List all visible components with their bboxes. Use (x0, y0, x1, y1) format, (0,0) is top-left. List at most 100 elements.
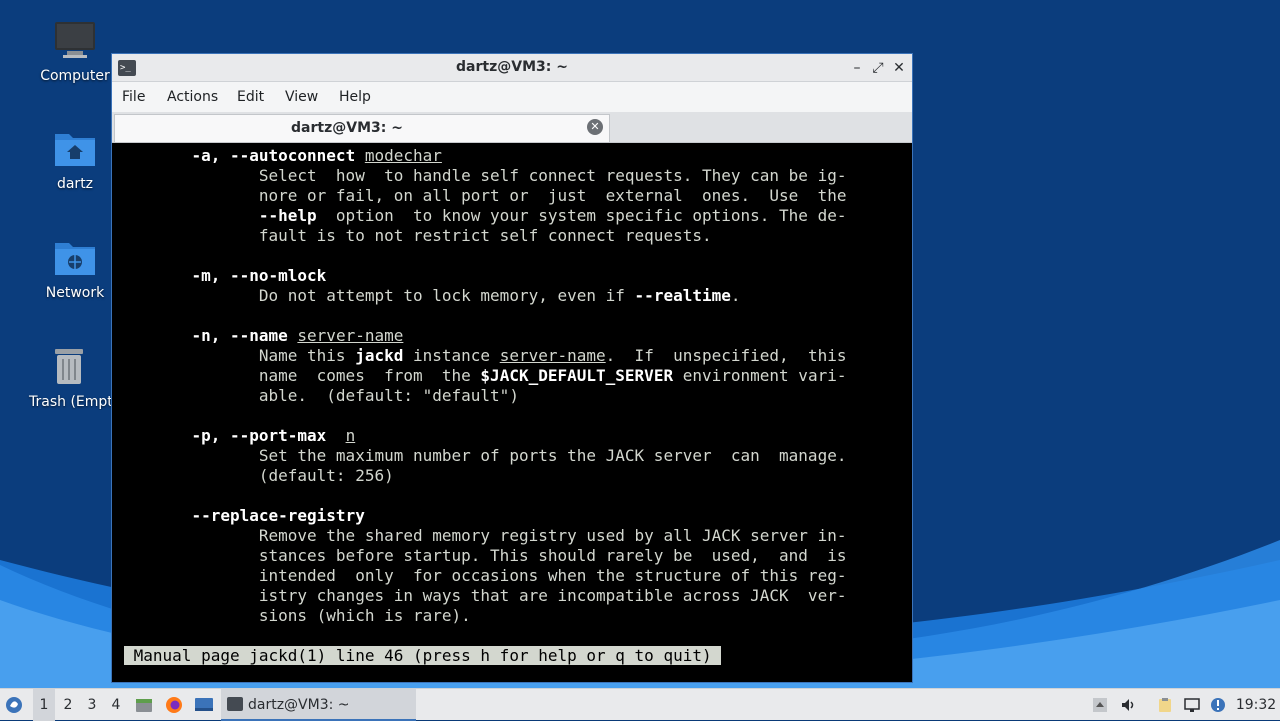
terminal-text: Do not attempt to lock memory, even if (124, 286, 635, 305)
minimize-button[interactable]: – (847, 58, 867, 78)
terminal-line: stances before startup. This should rare… (124, 546, 847, 566)
terminal-line: (default: 256) (124, 466, 394, 486)
workspace-3[interactable]: 3 (81, 689, 103, 721)
desktop-icon[interactable] (194, 696, 214, 714)
terminal-line: -m, --no-mlock (124, 266, 326, 286)
terminal-bold-text: --help (258, 206, 317, 225)
terminal-task-icon (227, 697, 243, 711)
terminal-bold-text: -m, --no-mlock (191, 266, 327, 285)
terminal-text: sions (which is rare). (124, 606, 471, 625)
computer-icon (55, 22, 95, 58)
terminal-text: fault is to not restrict self connect re… (124, 226, 712, 245)
terminal-bold-text: --realtime (634, 286, 731, 305)
terminal-line: --help option to know your system specif… (124, 206, 847, 226)
terminal-line: name comes from the $JACK_DEFAULT_SERVER… (124, 366, 847, 386)
tray-arrow-icon[interactable] (1092, 697, 1108, 713)
terminal-underlined-text: n (345, 426, 356, 445)
terminal-line: intended only for occasions when the str… (124, 566, 847, 586)
terminal-output[interactable]: -a, --autoconnect modechar Select how to… (114, 146, 910, 680)
tab-terminal[interactable]: dartz@VM3: ~ ✕ (114, 114, 610, 142)
terminal-text: . (730, 286, 741, 305)
pager-status-text: Manual page jackd(1) line 46 (press h fo… (124, 646, 722, 665)
terminal-bold-text: -n, --name (191, 326, 288, 345)
firefox-icon[interactable] (165, 696, 183, 714)
terminal-line: istry changes in ways that are incompati… (124, 586, 847, 606)
terminal-text: Set the maximum number of ports the JACK… (124, 446, 847, 465)
window-titlebar[interactable]: >_ dartz@VM3: ~ – ⤢ ✕ (112, 54, 912, 82)
workspace-1[interactable]: 1 (33, 689, 55, 721)
taskbar: 1 2 3 4 dartz@VM3: ~ 19:32 (0, 688, 1280, 721)
pager-status-line: Manual page jackd(1) line 46 (press h fo… (124, 646, 722, 666)
menu-actions[interactable]: Actions (167, 89, 218, 105)
start-menu-icon[interactable] (5, 696, 23, 714)
terminal-text: (default: 256) (124, 466, 394, 485)
tab-bar: dartz@VM3: ~ ✕ (112, 112, 912, 143)
menu-edit[interactable]: Edit (237, 89, 264, 105)
desktop-icon-label: Trash (Empty) (29, 394, 111, 410)
terminal-text: istry changes in ways that are incompati… (124, 586, 847, 605)
menu-file[interactable]: File (122, 89, 145, 105)
desktop-icon-computer[interactable]: Computer (27, 20, 123, 84)
terminal-text: nore or fail, on all port or just extern… (124, 186, 847, 205)
terminal-bold-text: --replace-registry (191, 506, 365, 525)
terminal-line: fault is to not restrict self connect re… (124, 226, 712, 246)
terminal-text: able. (default: "default") (124, 386, 519, 405)
tab-close-icon[interactable]: ✕ (587, 119, 603, 135)
desktop-icon-label: Computer (40, 68, 110, 84)
terminal-window[interactable]: >_ dartz@VM3: ~ – ⤢ ✕ File Actions Edit … (111, 53, 913, 683)
terminal-bold-text: jackd (355, 346, 404, 365)
terminal-text: intended only for occasions when the str… (124, 566, 847, 585)
terminal-text: Remove the shared memory registry used b… (124, 526, 847, 545)
taskbar-item-label: dartz@VM3: ~ (248, 697, 350, 713)
terminal-text: name comes from the (124, 366, 481, 385)
terminal-text: option to know your system specific opti… (316, 206, 847, 225)
terminal-text: environment vari- (673, 366, 847, 385)
menu-help[interactable]: Help (339, 89, 371, 105)
desktop-icon-label: Network (45, 285, 105, 301)
update-notifier-icon[interactable] (1210, 697, 1226, 713)
terminal-text: . If unspecified, this (605, 346, 847, 365)
home-folder-icon (55, 134, 95, 166)
terminal-line: --replace-registry (124, 506, 365, 526)
workspace-2[interactable]: 2 (57, 689, 79, 721)
close-button[interactable]: ✕ (889, 58, 909, 78)
terminal-line: Remove the shared memory registry used b… (124, 526, 847, 546)
terminal-line: sions (which is rare). (124, 606, 471, 626)
volume-icon[interactable] (1120, 697, 1136, 713)
terminal-line: Set the maximum number of ports the JACK… (124, 446, 847, 466)
terminal-text: Name this (124, 346, 356, 365)
terminal-bold-text: -p, --port-max (191, 426, 327, 445)
workspace-4[interactable]: 4 (105, 689, 127, 721)
terminal-line: Do not attempt to lock memory, even if -… (124, 286, 741, 306)
trash-icon (55, 349, 83, 384)
clipboard-icon[interactable] (1157, 697, 1173, 713)
desktop-icon-network[interactable]: Network (27, 237, 123, 301)
network-icon[interactable] (1184, 697, 1200, 713)
terminal-line: -p, --port-max n (124, 426, 355, 446)
terminal-line: -a, --autoconnect modechar (124, 146, 442, 166)
tab-label: dartz@VM3: ~ (291, 120, 403, 136)
terminal-text: stances before startup. This should rare… (124, 546, 847, 565)
menu-view[interactable]: View (285, 89, 318, 105)
maximize-button[interactable]: ⤢ (868, 58, 888, 78)
terminal-underlined-text: modechar (364, 146, 442, 165)
desktop-icon-trash[interactable]: Trash (Empty) (27, 346, 111, 410)
terminal-line: Select how to handle self connect reques… (124, 166, 847, 186)
window-title: dartz@VM3: ~ (456, 59, 568, 75)
desktop-icon-home[interactable]: dartz (27, 128, 123, 192)
menubar: File Actions Edit View Help (112, 82, 912, 112)
terminal-line: able. (default: "default") (124, 386, 519, 406)
file-manager-icon[interactable] (135, 696, 153, 714)
terminal-bold-text: -a, --autoconnect (191, 146, 356, 165)
terminal-underlined-text: server-name (297, 326, 404, 345)
taskbar-item-terminal[interactable]: dartz@VM3: ~ (221, 689, 416, 721)
terminal-line: -n, --name server-name (124, 326, 403, 346)
